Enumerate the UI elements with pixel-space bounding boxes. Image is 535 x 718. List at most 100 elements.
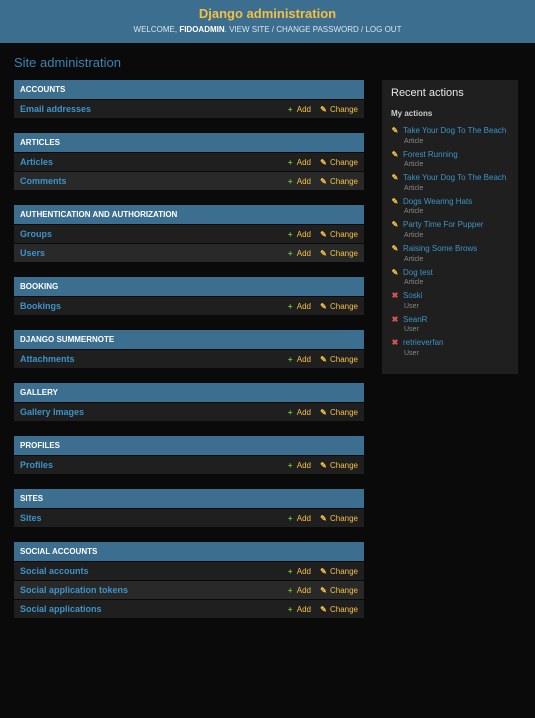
model-link[interactable]: Bookings [20,301,278,311]
model-link[interactable]: Groups [20,229,278,239]
app-caption[interactable]: AUTHENTICATION AND AUTHORIZATION [14,205,364,224]
change-link[interactable]: ✎Change [319,302,358,311]
pencil-icon: ✎ [319,302,328,311]
recent-action-link[interactable]: Dogs Wearing Hats [403,197,472,207]
model-row: Email addresses +Add ✎Change [14,99,364,118]
app-caption[interactable]: ACCOUNTS [14,80,364,99]
change-link[interactable]: ✎Change [319,355,358,364]
user-tools: WELCOME, FIDOADMIN. VIEW SITE / CHANGE P… [0,21,535,38]
add-link[interactable]: +Add [286,249,311,258]
app-caption[interactable]: BOOKING [14,277,364,296]
add-label: Add [297,461,311,470]
recent-action-link[interactable]: retrieverfan [403,338,443,348]
recent-action-item: ✖SoskiUser [391,291,509,310]
pencil-icon: ✎ [319,230,328,239]
model-link[interactable]: Social accounts [20,566,278,576]
pencil-icon: ✎ [391,126,399,136]
model-link[interactable]: Comments [20,176,278,186]
view-site-link[interactable]: VIEW SITE [229,25,269,34]
add-link[interactable]: +Add [286,230,311,239]
recent-action-type: Article [404,279,509,286]
plus-icon: + [286,567,295,576]
model-link[interactable]: Profiles [20,460,278,470]
app-caption[interactable]: SITES [14,489,364,508]
change-link[interactable]: ✎Change [319,158,358,167]
add-link[interactable]: +Add [286,605,311,614]
app-caption[interactable]: DJANGO SUMMERNOTE [14,330,364,349]
plus-icon: + [286,461,295,470]
username: FIDOADMIN [179,25,224,34]
app-module: ACCOUNTS Email addresses +Add ✎Change [14,80,364,118]
change-link[interactable]: ✎Change [319,408,358,417]
add-label: Add [297,177,311,186]
change-link[interactable]: ✎Change [319,605,358,614]
model-row: Articles +Add ✎Change [14,152,364,171]
recent-action-link[interactable]: Soski [403,291,423,301]
add-link[interactable]: +Add [286,567,311,576]
app-module: PROFILES Profiles +Add ✎Change [14,436,364,474]
add-link[interactable]: +Add [286,355,311,364]
add-label: Add [297,586,311,595]
model-row: Profiles +Add ✎Change [14,455,364,474]
change-label: Change [330,586,358,595]
pencil-icon: ✎ [319,567,328,576]
model-link[interactable]: Gallery Images [20,407,278,417]
recent-action-link[interactable]: Take Your Dog To The Beach [403,126,506,136]
change-label: Change [330,408,358,417]
model-link[interactable]: Email addresses [20,104,278,114]
add-link[interactable]: +Add [286,105,311,114]
add-label: Add [297,514,311,523]
recent-action-link[interactable]: Party Time For Pupper [403,220,483,230]
plus-icon: + [286,586,295,595]
change-link[interactable]: ✎Change [319,461,358,470]
model-link[interactable]: Users [20,248,278,258]
add-link[interactable]: +Add [286,302,311,311]
recent-action-type: Article [404,185,509,192]
change-password-link[interactable]: CHANGE PASSWORD [276,25,359,34]
recent-action-type: User [404,303,509,310]
pencil-icon: ✎ [319,408,328,417]
recent-action-link[interactable]: Take Your Dog To The Beach [403,173,506,183]
change-link[interactable]: ✎Change [319,567,358,576]
add-link[interactable]: +Add [286,514,311,523]
add-link[interactable]: +Add [286,158,311,167]
change-label: Change [330,158,358,167]
change-link[interactable]: ✎Change [319,177,358,186]
recent-action-link[interactable]: Dog test [403,268,433,278]
change-label: Change [330,461,358,470]
pencil-icon: ✎ [391,268,399,278]
change-link[interactable]: ✎Change [319,249,358,258]
recent-actions-title: Recent actions [391,87,509,99]
change-link[interactable]: ✎Change [319,105,358,114]
plus-icon: + [286,249,295,258]
branding-link[interactable]: Django administration [199,6,336,21]
change-link[interactable]: ✎Change [319,230,358,239]
pencil-icon: ✎ [391,197,399,207]
add-link[interactable]: +Add [286,177,311,186]
app-caption[interactable]: PROFILES [14,436,364,455]
model-link[interactable]: Sites [20,513,278,523]
logout-link[interactable]: LOG OUT [365,25,401,34]
add-label: Add [297,249,311,258]
plus-icon: + [286,177,295,186]
model-link[interactable]: Articles [20,157,278,167]
plus-icon: + [286,408,295,417]
add-link[interactable]: +Add [286,408,311,417]
recent-action-item: ✎Take Your Dog To The BeachArticle [391,126,509,145]
plus-icon: + [286,105,295,114]
recent-action-item: ✎Raising Some BrowsArticle [391,244,509,263]
model-link[interactable]: Social application tokens [20,585,278,595]
app-caption[interactable]: GALLERY [14,383,364,402]
app-caption[interactable]: SOCIAL ACCOUNTS [14,542,364,561]
change-label: Change [330,567,358,576]
recent-action-link[interactable]: Raising Some Brows [403,244,477,254]
add-link[interactable]: +Add [286,461,311,470]
model-link[interactable]: Attachments [20,354,278,364]
app-caption[interactable]: ARTICLES [14,133,364,152]
recent-action-link[interactable]: SeanR [403,315,427,325]
add-link[interactable]: +Add [286,586,311,595]
model-link[interactable]: Social applications [20,604,278,614]
change-link[interactable]: ✎Change [319,514,358,523]
change-link[interactable]: ✎Change [319,586,358,595]
recent-action-link[interactable]: Forest Running [403,150,458,160]
